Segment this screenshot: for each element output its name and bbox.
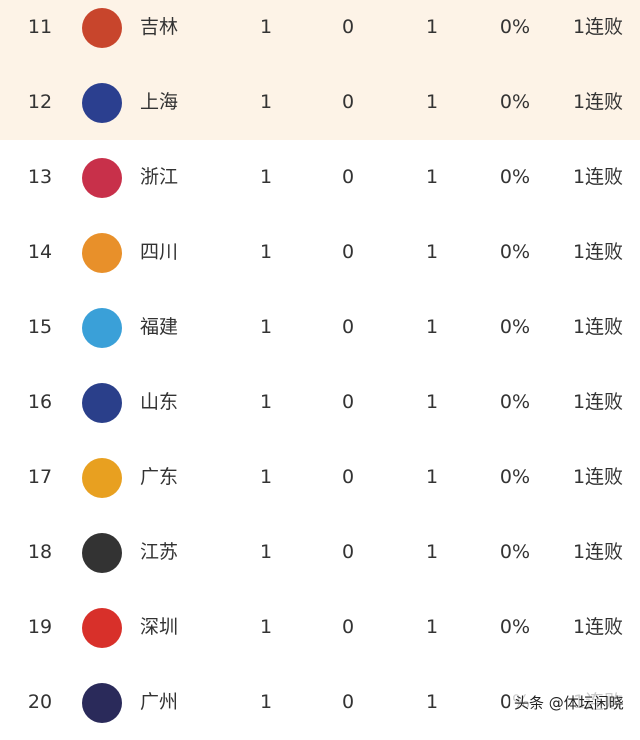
win-pct-cell: 0% (499, 241, 531, 263)
win-pct-cell: 0% (499, 316, 531, 338)
rank-cell: 12 (27, 91, 53, 113)
losses-cell: 0 (341, 16, 355, 38)
losses-cell: 0 (341, 91, 355, 113)
table-row[interactable]: 16 山东 1 0 1 0% 1连败 (0, 365, 640, 440)
team-logo-icon (82, 233, 122, 273)
wins-cell: 1 (259, 16, 273, 38)
games-cell: 1 (425, 616, 439, 638)
rank-cell: 18 (27, 541, 53, 563)
team-name: 广州 (140, 691, 179, 713)
losses-cell: 0 (341, 316, 355, 338)
games-cell: 1 (425, 166, 439, 188)
team-name: 广东 (140, 466, 179, 488)
team-name: 山东 (140, 391, 179, 413)
games-cell: 1 (425, 16, 439, 38)
streak-cell: 1连败 (572, 616, 624, 638)
team-logo-icon (82, 158, 122, 198)
team-name: 江苏 (140, 541, 179, 563)
losses-cell: 0 (341, 691, 355, 713)
streak-cell: 1连败 (572, 241, 624, 263)
wins-cell: 1 (259, 241, 273, 263)
wins-cell: 1 (259, 91, 273, 113)
team-logo-icon (82, 8, 122, 48)
team-logo-icon (82, 458, 122, 498)
losses-cell: 0 (341, 166, 355, 188)
losses-cell: 0 (341, 541, 355, 563)
team-name: 上海 (140, 91, 179, 113)
team-logo-icon (82, 383, 122, 423)
wins-cell: 1 (259, 616, 273, 638)
losses-cell: 0 (341, 616, 355, 638)
wins-cell: 1 (259, 541, 273, 563)
rank-cell: 14 (27, 241, 53, 263)
team-name: 浙江 (140, 166, 179, 188)
table-row[interactable]: 13 浙江 1 0 1 0% 1连败 (0, 140, 640, 215)
streak-cell: 1连败 (572, 316, 624, 338)
win-pct-cell: 0% (499, 541, 531, 563)
wins-cell: 1 (259, 691, 273, 713)
win-pct-cell: 0% (499, 166, 531, 188)
rank-cell: 17 (27, 466, 53, 488)
games-cell: 1 (425, 466, 439, 488)
wins-cell: 1 (259, 166, 273, 188)
table-row[interactable]: 14 四川 1 0 1 0% 1连败 (0, 215, 640, 290)
games-cell: 1 (425, 316, 439, 338)
team-name: 吉林 (140, 16, 179, 38)
streak-cell: 1连败 (572, 166, 624, 188)
team-logo-icon (82, 608, 122, 648)
games-cell: 1 (425, 541, 439, 563)
streak-cell: 1连败 (572, 541, 624, 563)
streak-cell: 1连败 (572, 91, 624, 113)
table-row[interactable]: 11 吉林 1 0 1 0% 1连败 (0, 0, 640, 65)
rank-cell: 16 (27, 391, 53, 413)
team-logo-icon (82, 308, 122, 348)
games-cell: 1 (425, 241, 439, 263)
team-name: 深圳 (140, 616, 179, 638)
table-row[interactable]: 12 上海 1 0 1 0% 1连败 (0, 65, 640, 140)
streak-cell: 1连败 (572, 391, 624, 413)
standings-table: 11 吉林 1 0 1 0% 1连败 12 上海 1 0 1 0% 1连败 13 浙江 1 0 1 0% 1连败 14 四川… (0, 0, 640, 740)
wins-cell: 1 (259, 466, 273, 488)
win-pct-cell: 0% (499, 391, 531, 413)
rank-cell: 15 (27, 316, 53, 338)
win-pct-cell: 0% (499, 91, 531, 113)
team-logo-icon (82, 683, 122, 723)
table-row[interactable]: 15 福建 1 0 1 0% 1连败 (0, 290, 640, 365)
table-row[interactable]: 18 江苏 1 0 1 0% 1连败 (0, 515, 640, 590)
games-cell: 1 (425, 391, 439, 413)
losses-cell: 0 (341, 391, 355, 413)
rank-cell: 20 (27, 691, 53, 713)
losses-cell: 0 (341, 466, 355, 488)
games-cell: 1 (425, 691, 439, 713)
wins-cell: 1 (259, 391, 273, 413)
team-logo-icon (82, 533, 122, 573)
team-name: 福建 (140, 316, 179, 338)
watermark: 头条 @体坛闲晓 (510, 690, 628, 715)
streak-cell: 1连败 (572, 466, 624, 488)
rank-cell: 11 (27, 16, 53, 38)
games-cell: 1 (425, 91, 439, 113)
wins-cell: 1 (259, 316, 273, 338)
table-row[interactable]: 17 广东 1 0 1 0% 1连败 (0, 440, 640, 515)
losses-cell: 0 (341, 241, 355, 263)
table-row[interactable]: 19 深圳 1 0 1 0% 1连败 (0, 590, 640, 665)
team-name: 四川 (140, 241, 179, 263)
win-pct-cell: 0% (499, 16, 531, 38)
team-logo-icon (82, 83, 122, 123)
win-pct-cell: 0% (499, 466, 531, 488)
rank-cell: 19 (27, 616, 53, 638)
streak-cell: 1连败 (572, 16, 624, 38)
rank-cell: 13 (27, 166, 53, 188)
win-pct-cell: 0% (499, 616, 531, 638)
